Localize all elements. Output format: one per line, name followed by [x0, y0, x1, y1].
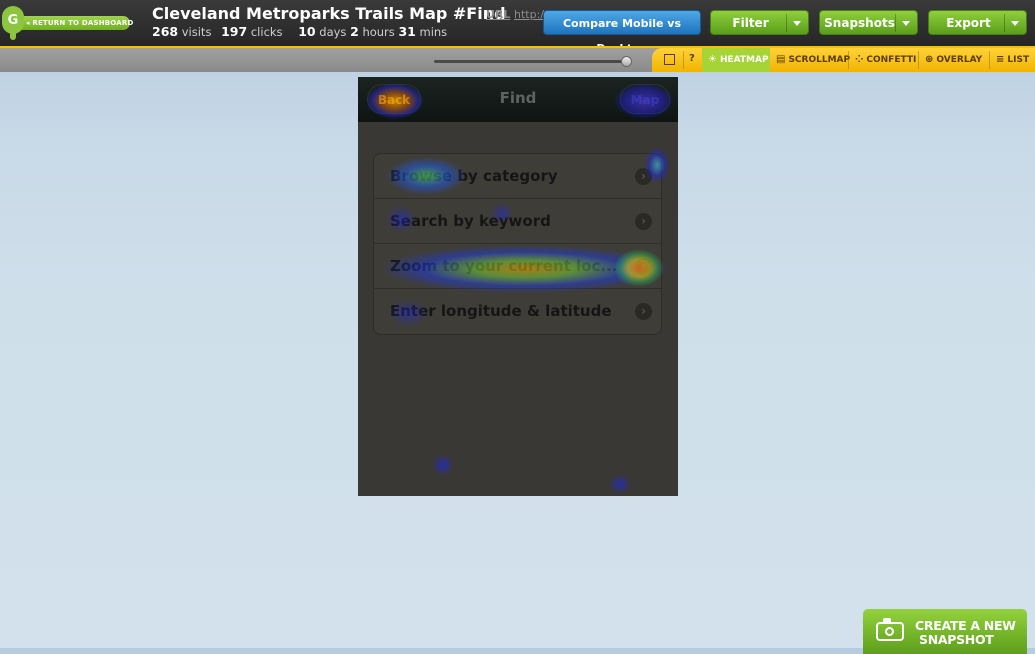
- tool-list[interactable]: ≡ LIST: [996, 48, 1029, 72]
- page-title: Cleveland Metroparks Trails Map #Find: [152, 4, 506, 23]
- chevron-right-icon: ›: [635, 168, 652, 185]
- clicks-count: 197: [221, 24, 248, 39]
- export-button[interactable]: Export: [928, 10, 1027, 35]
- expand-icon[interactable]: [664, 54, 675, 65]
- tool-overlay-label: OVERLAY: [936, 55, 983, 65]
- find-menu-list: Browse by category › Search by keyword ›…: [373, 153, 662, 335]
- phone-nav-bar: Back Find Map: [358, 77, 678, 122]
- url-label: URL: [486, 8, 511, 21]
- mins-label: mins: [419, 25, 448, 39]
- days-label: days: [319, 25, 347, 39]
- heat-spot: [432, 454, 454, 476]
- page-snapshot: Back Find Map Browse by category › Searc…: [358, 77, 678, 496]
- list-icon: ≡: [996, 54, 1005, 65]
- plus-circle-icon: ⊕: [925, 54, 934, 65]
- menu-item-search-by-keyword[interactable]: Search by keyword ›: [374, 199, 661, 244]
- zoom-slider-handle[interactable]: [621, 56, 632, 67]
- export-button-label: Export: [946, 16, 991, 30]
- button-separator: [786, 14, 787, 32]
- help-icon[interactable]: ?: [689, 48, 695, 70]
- button-separator: [895, 14, 896, 32]
- logo-stem: [10, 32, 16, 40]
- menu-item-label: Browse by category: [390, 167, 558, 185]
- view-toolbar: ? ☀ HEATMAP ▤ SCROLLMAP ⁘ CONFETTI ⊕ OVERLAY…: [0, 46, 1035, 72]
- create-snapshot-label-line2: SNAPSHOT: [919, 632, 994, 647]
- chevron-right-icon: ›: [635, 213, 652, 230]
- menu-item-label: Search by keyword: [390, 212, 551, 230]
- url-link[interactable]: http://: [514, 8, 544, 21]
- divider: [989, 51, 990, 69]
- menu-item-browse-by-category[interactable]: Browse by category ›: [374, 154, 661, 199]
- tool-strip: ? ☀ HEATMAP ▤ SCROLLMAP ⁘ CONFETTI ⊕ OVERLAY…: [652, 48, 1035, 72]
- menu-item-label: Enter longitude & latitude: [390, 302, 612, 320]
- compare-mobile-desktop-button[interactable]: Compare Mobile vs Desktop: [543, 10, 701, 55]
- button-separator: [1004, 14, 1005, 32]
- filter-button-label: Filter: [732, 16, 769, 30]
- confetti-icon: ⁘: [855, 54, 864, 65]
- divider: [848, 51, 849, 69]
- chevron-down-icon: [1011, 21, 1019, 26]
- tool-confetti[interactable]: ⁘ CONFETTI: [855, 48, 916, 72]
- menu-item-label: Zoom to your current loc...: [390, 257, 618, 275]
- clicks-label: clicks: [250, 25, 283, 39]
- tool-list-label: LIST: [1007, 55, 1030, 65]
- create-snapshot-label-line1: CREATE A NEW: [915, 618, 1016, 633]
- divider: [683, 51, 684, 69]
- chevron-right-icon: ›: [635, 258, 652, 275]
- return-to-dashboard-button[interactable]: ◂ RETURN TO DASHBOARD: [18, 16, 133, 30]
- sun-icon: ☀: [708, 54, 717, 65]
- visits-label: visits: [181, 25, 212, 39]
- snapshots-button-label: Snapshots: [824, 16, 895, 30]
- tool-heatmap-label: HEATMAP: [719, 55, 769, 65]
- scrollmap-icon: ▤: [776, 54, 786, 65]
- top-bar: ◂ RETURN TO DASHBOARD G Cleveland Metrop…: [0, 0, 1035, 55]
- snapshots-button[interactable]: Snapshots: [819, 10, 918, 35]
- mins-count: 31: [398, 24, 416, 39]
- logo-icon: G: [2, 6, 24, 34]
- divider: [918, 51, 919, 69]
- map-button[interactable]: Map: [620, 84, 670, 114]
- chevron-right-icon: ›: [635, 303, 652, 320]
- tool-heatmap[interactable]: ☀ HEATMAP: [702, 48, 770, 72]
- create-snapshot-button[interactable]: CREATE A NEW SNAPSHOT: [863, 609, 1027, 654]
- tool-confetti-label: CONFETTI: [866, 55, 917, 65]
- days-count: 10: [298, 24, 316, 39]
- tool-scrollmap[interactable]: ▤ SCROLLMAP: [776, 48, 850, 72]
- camera-icon: [876, 618, 904, 641]
- chevron-down-icon: [902, 21, 910, 26]
- menu-item-zoom-to-location[interactable]: Zoom to your current loc... ›: [374, 244, 661, 289]
- tool-overlay[interactable]: ⊕ OVERLAY: [925, 48, 982, 72]
- menu-item-enter-long-lat[interactable]: Enter longitude & latitude ›: [374, 289, 661, 334]
- stats-summary: 268 visits 197 clicks 10 days 2 hours 31…: [152, 24, 447, 39]
- zoom-slider-track[interactable]: [434, 60, 630, 63]
- filter-button[interactable]: Filter: [710, 10, 809, 35]
- tool-scrollmap-label: SCROLLMAP: [788, 55, 851, 65]
- hours-label: hours: [362, 25, 395, 39]
- chevron-down-icon: [793, 21, 801, 26]
- visits-count: 268: [152, 24, 179, 39]
- logo-letter: G: [7, 12, 19, 28]
- heat-spot: [609, 474, 631, 494]
- hours-count: 2: [350, 24, 359, 39]
